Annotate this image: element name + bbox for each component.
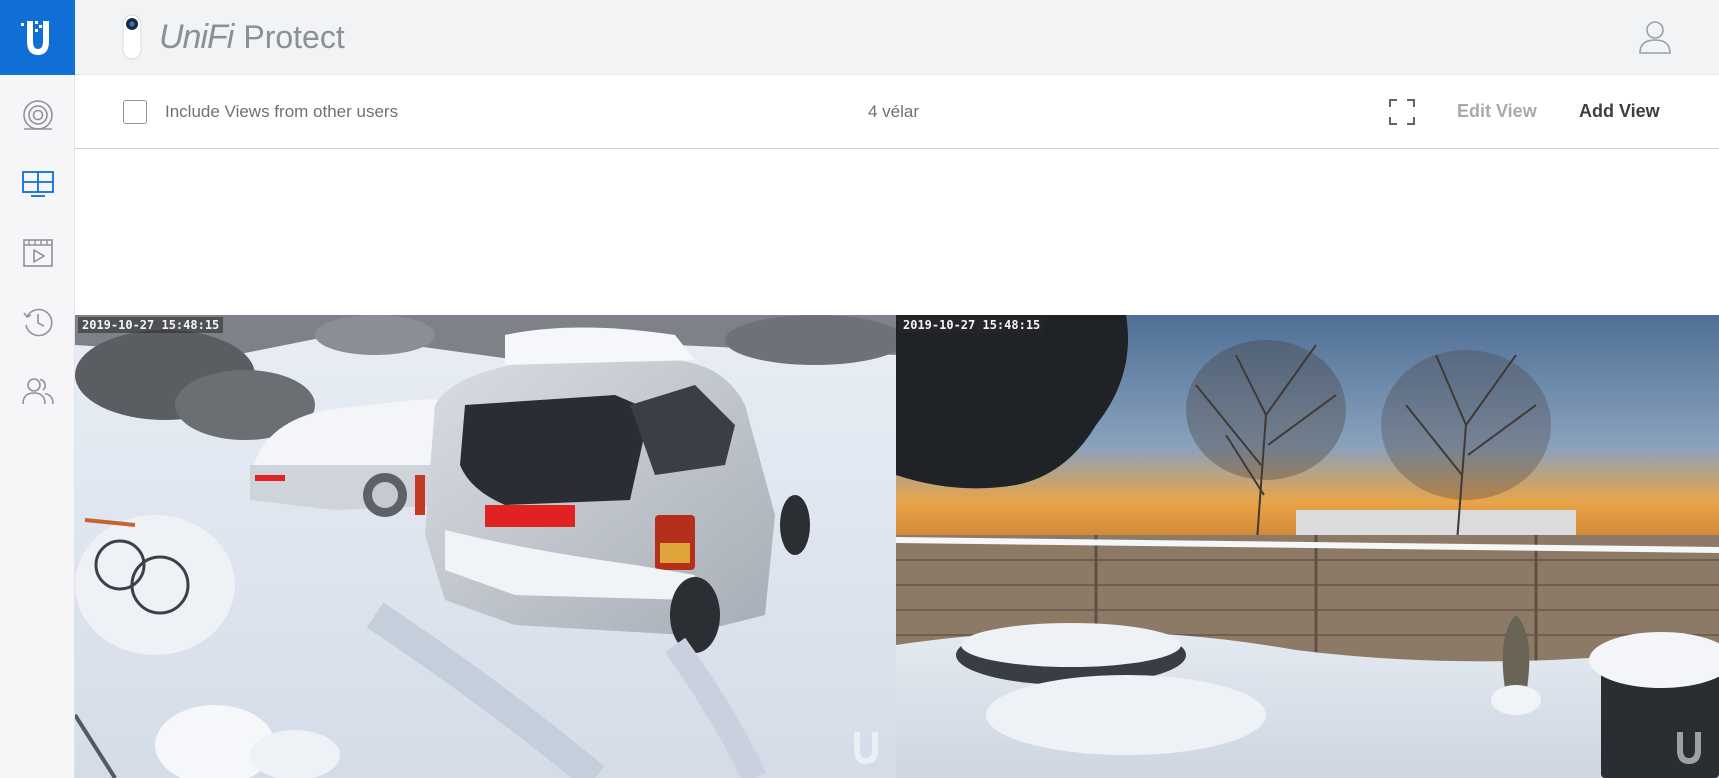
fullscreen-icon[interactable] xyxy=(1388,98,1416,126)
g3-camera-icon xyxy=(122,14,142,60)
ubiquiti-watermark-icon xyxy=(1677,732,1701,764)
sidebar-item-history[interactable] xyxy=(0,292,75,352)
include-views-label[interactable]: Include Views from other users xyxy=(165,102,398,122)
liveview-toolbar: Include Views from other users 4 vélar E… xyxy=(75,75,1719,149)
view-selector[interactable]: 4 vélar xyxy=(868,102,919,122)
edit-view-button[interactable]: Edit View xyxy=(1457,101,1537,122)
camera-feed-backyard[interactable]: 2019-10-27 15:48:15 xyxy=(896,315,1719,778)
camera-image-driveway xyxy=(75,315,896,778)
camera-icon xyxy=(22,100,53,130)
sidebar-item-liveview[interactable] xyxy=(0,154,75,214)
user-menu-button[interactable] xyxy=(1635,16,1675,56)
ubiquiti-watermark-icon xyxy=(854,732,878,764)
users-icon xyxy=(21,378,54,405)
sidebar-item-recordings[interactable] xyxy=(0,223,75,283)
brand-unifi: UniFi xyxy=(159,17,234,56)
feed-timestamp: 2019-10-27 15:48:15 xyxy=(899,317,1045,333)
play-icon xyxy=(22,239,53,267)
sidebar xyxy=(0,0,75,778)
history-icon xyxy=(22,308,53,337)
include-views-checkbox[interactable] xyxy=(123,100,147,124)
sidebar-item-cameras[interactable] xyxy=(0,85,75,145)
ubiquiti-u-icon xyxy=(20,20,49,55)
user-icon xyxy=(1639,21,1671,54)
liveview-grid: 2019-10-27 15:48:15 2019-10-27 15:48:15 xyxy=(75,315,1719,778)
add-view-button[interactable]: Add View xyxy=(1579,101,1660,122)
grid-icon xyxy=(21,171,54,197)
ubiquiti-logo[interactable] xyxy=(0,0,75,75)
brand: UniFi Protect xyxy=(119,12,345,62)
sidebar-item-users[interactable] xyxy=(0,361,75,421)
brand-product: Protect xyxy=(243,18,345,55)
camera-image-backyard xyxy=(896,315,1719,778)
camera-feed-driveway[interactable]: 2019-10-27 15:48:15 xyxy=(75,315,896,778)
feed-timestamp: 2019-10-27 15:48:15 xyxy=(78,317,224,333)
app-header: UniFi Protect xyxy=(75,0,1719,75)
